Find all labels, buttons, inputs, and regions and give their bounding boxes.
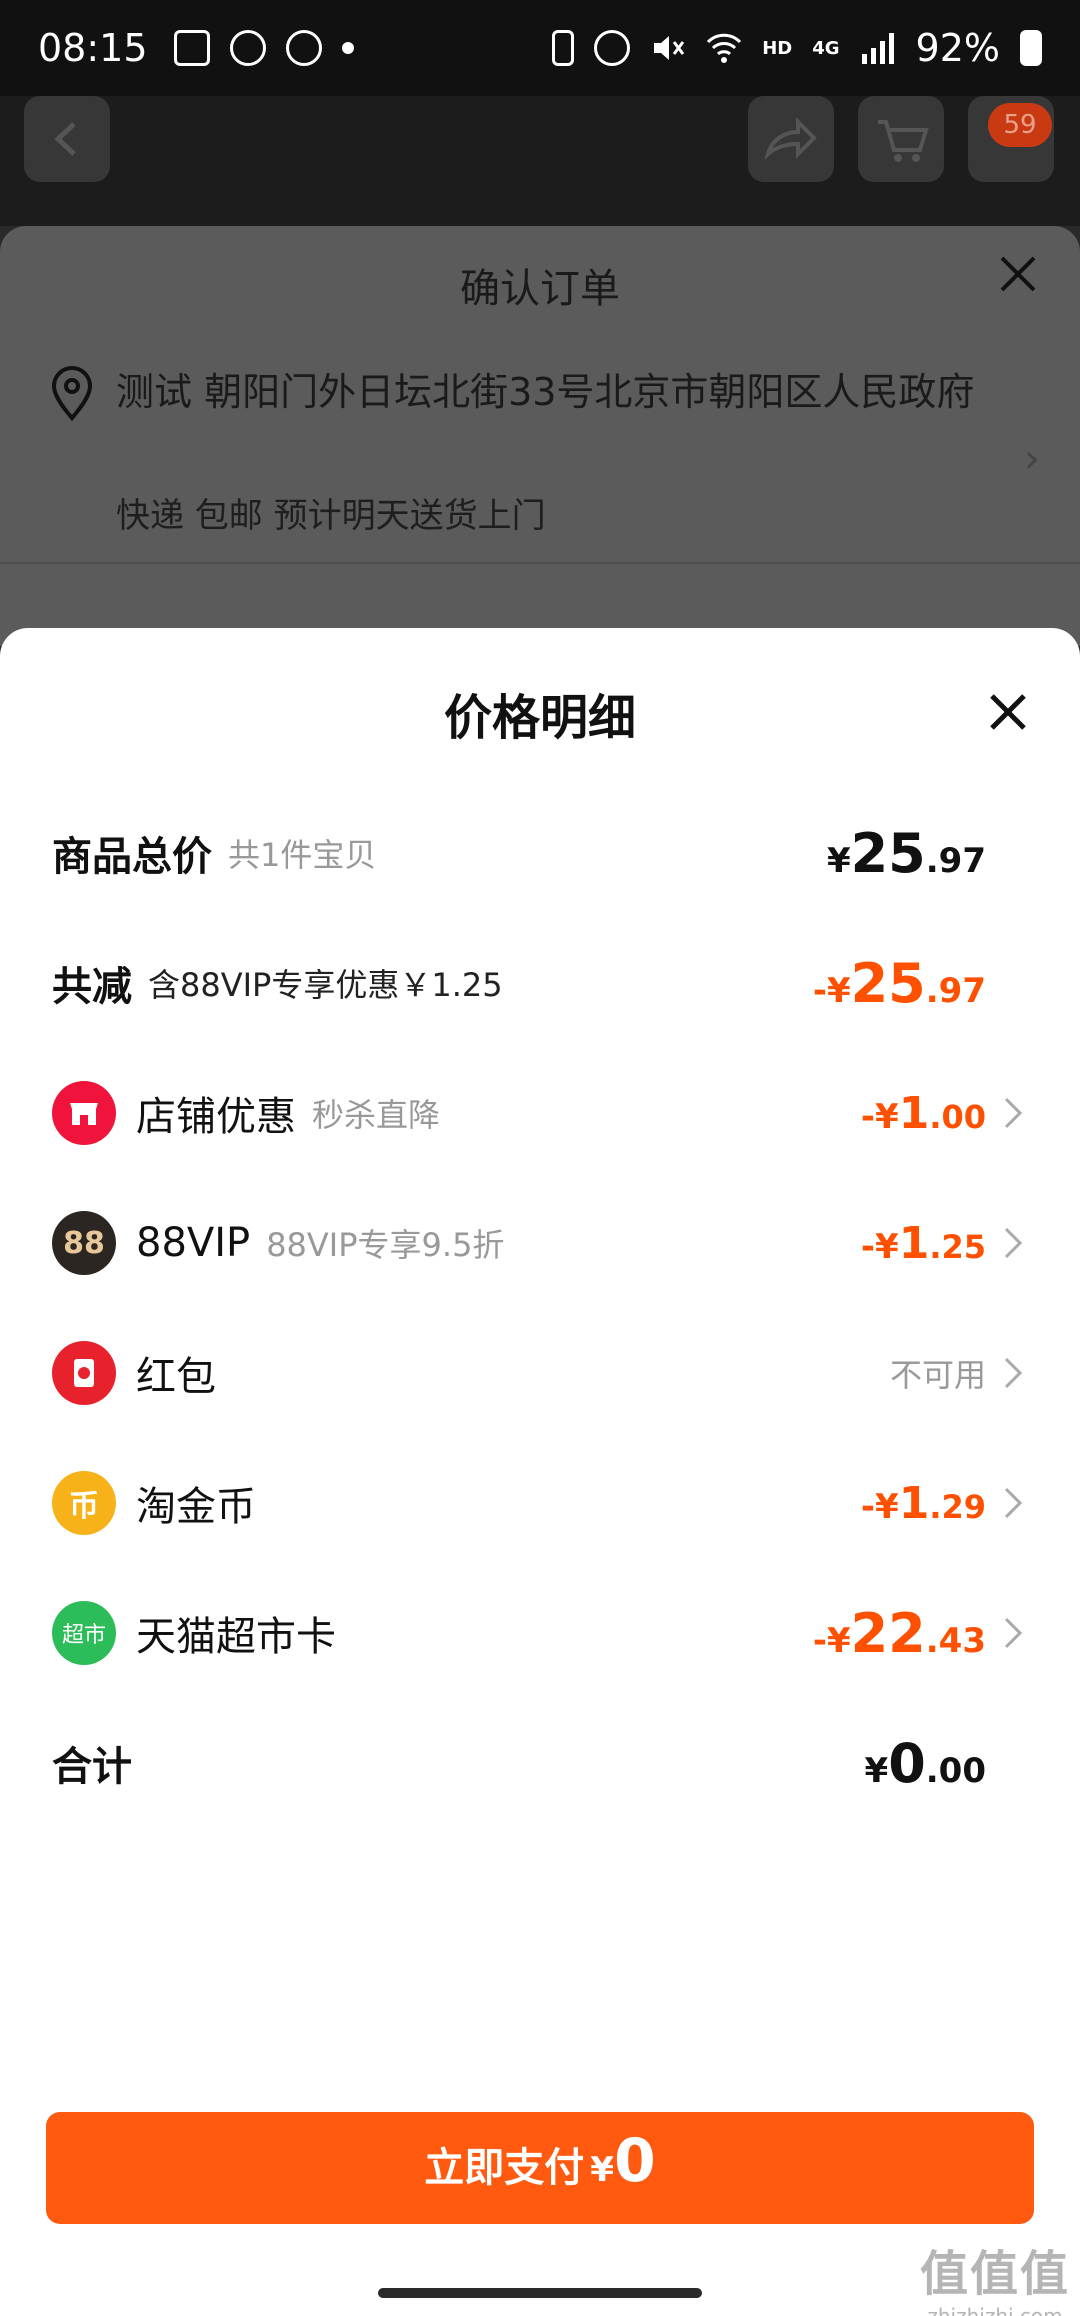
taojin-coin-icon: 币 xyxy=(52,1471,116,1535)
share-button[interactable] xyxy=(748,96,834,182)
close-icon[interactable] xyxy=(996,252,1040,296)
price-detail-sheet: 价格明细 商品总价 共1件宝贝 ¥25.97 共减 含88VIP专享优惠￥1.2… xyxy=(0,628,1080,2316)
battery-icon xyxy=(1020,30,1042,66)
store-discount-sub: 秒杀直降 xyxy=(312,1096,441,1134)
status-bar: 08:15 HD 4G 92% xyxy=(0,0,1080,96)
location-pin-icon xyxy=(51,366,93,422)
delivery-info: 快递 包邮 预计明天送货上门 xyxy=(116,496,546,536)
message-notification-icon xyxy=(229,30,266,66)
watermark-text: 值值值 xyxy=(919,2246,1070,2302)
vip-discount-note: 含88VIP专享优惠￥1.25 xyxy=(148,966,503,1004)
wifi-icon xyxy=(706,30,742,66)
shipping-address[interactable]: 测试 朝阳门外日坛北街33号北京市朝阳区人民政府 xyxy=(116,366,976,418)
pay-now-currency: ¥ xyxy=(590,2150,614,2190)
store-discount-amount: -¥ 1.00 xyxy=(860,1087,986,1139)
tmall-supermarket-card-icon: 超市 xyxy=(52,1601,116,1665)
coins-amount: -¥ 1.29 xyxy=(860,1477,986,1529)
app-notification-icon xyxy=(285,30,322,66)
chevron-right-icon xyxy=(1004,1357,1023,1389)
total-discount-amount: -¥ 25.97 xyxy=(812,951,986,1015)
watermark-site: zhizhizhi.com xyxy=(927,2304,1063,2316)
battery-saver-icon xyxy=(552,30,575,66)
discount-row-red-packet[interactable]: 红包 不可用 xyxy=(52,1328,1028,1418)
chevron-right-icon xyxy=(1004,1487,1023,1519)
chevron-right-icon xyxy=(1004,1097,1023,1129)
status-time: 08:15 xyxy=(38,26,148,70)
chevron-right-icon: › xyxy=(1024,436,1040,482)
store-coupon-icon xyxy=(52,1081,116,1145)
supermarket-card-amount: -¥ 22.43 xyxy=(812,1601,986,1665)
discount-row-store[interactable]: 店铺优惠 秒杀直降 -¥ 1.00 xyxy=(52,1068,1028,1158)
coins-label: 淘金币 xyxy=(136,1484,256,1530)
network-type-label: 4G xyxy=(812,37,840,59)
gallery-notification-icon xyxy=(173,30,210,66)
discount-row-88vip[interactable]: 88 88VIP 88VIP专享9.5折 -¥ 1.25 xyxy=(52,1198,1028,1288)
total-discount-label: 共减 xyxy=(52,964,132,1010)
more-notifications-icon xyxy=(341,42,354,54)
red-packet-status: 不可用 xyxy=(889,1356,986,1394)
watermark: 值值值 zhizhizhi.com xyxy=(920,2234,1070,2316)
discount-row-coins[interactable]: 币 淘金币 -¥ 1.29 xyxy=(52,1458,1028,1548)
pay-now-button[interactable]: 立即支付 ¥ 0 xyxy=(46,2112,1034,2224)
pay-now-amount: 0 xyxy=(613,2126,656,2196)
back-button[interactable] xyxy=(24,96,110,182)
discount-row-supermarket-card[interactable]: 超市 天猫超市卡 -¥ 22.43 xyxy=(52,1588,1028,1678)
red-packet-icon xyxy=(52,1341,116,1405)
total-row: 合计 ¥0.00 xyxy=(52,1718,1028,1808)
store-discount-label: 店铺优惠 xyxy=(136,1094,296,1140)
chevron-right-icon xyxy=(1004,1617,1023,1649)
total-amount: ¥0.00 xyxy=(864,1731,986,1795)
mute-icon xyxy=(650,30,686,66)
confirm-order-title: 确认订单 xyxy=(460,266,620,312)
home-indicator[interactable] xyxy=(378,2288,702,2298)
item-count: 共1件宝贝 xyxy=(228,836,377,874)
total-label: 合计 xyxy=(52,1744,132,1790)
subtotal-row: 商品总价 共1件宝贝 ¥25.97 xyxy=(52,808,1028,898)
hd-label: HD xyxy=(762,37,793,59)
pay-now-label: 立即支付 xyxy=(424,2145,585,2191)
confirm-order-sheet: 确认订单 测试 朝阳门外日坛北街33号北京市朝阳区人民政府 快递 包邮 预计明天… xyxy=(0,226,1080,646)
price-detail-title: 价格明细 xyxy=(443,690,636,746)
subtotal-label: 商品总价 xyxy=(52,834,212,880)
red-packet-label: 红包 xyxy=(136,1354,216,1400)
signal-icon xyxy=(860,30,896,66)
supermarket-card-label: 天猫超市卡 xyxy=(136,1614,336,1660)
close-icon[interactable] xyxy=(986,690,1030,734)
divider xyxy=(0,562,1080,564)
vip-discount-amount: -¥ 1.25 xyxy=(860,1217,986,1269)
cart-button[interactable] xyxy=(858,96,944,182)
subtotal-amount: ¥25.97 xyxy=(826,821,986,885)
cart-badge: 59 xyxy=(988,103,1052,147)
vip-discount-sub: 88VIP专享9.5折 xyxy=(266,1226,505,1264)
vip-discount-label: 88VIP xyxy=(136,1220,251,1266)
alarm-icon xyxy=(594,30,631,66)
88vip-icon: 88 xyxy=(52,1211,116,1275)
total-discount-row: 共减 含88VIP专享优惠￥1.25 -¥ 25.97 xyxy=(52,938,1028,1028)
chevron-right-icon xyxy=(1004,1227,1023,1259)
battery-percent: 92% xyxy=(915,26,1000,70)
